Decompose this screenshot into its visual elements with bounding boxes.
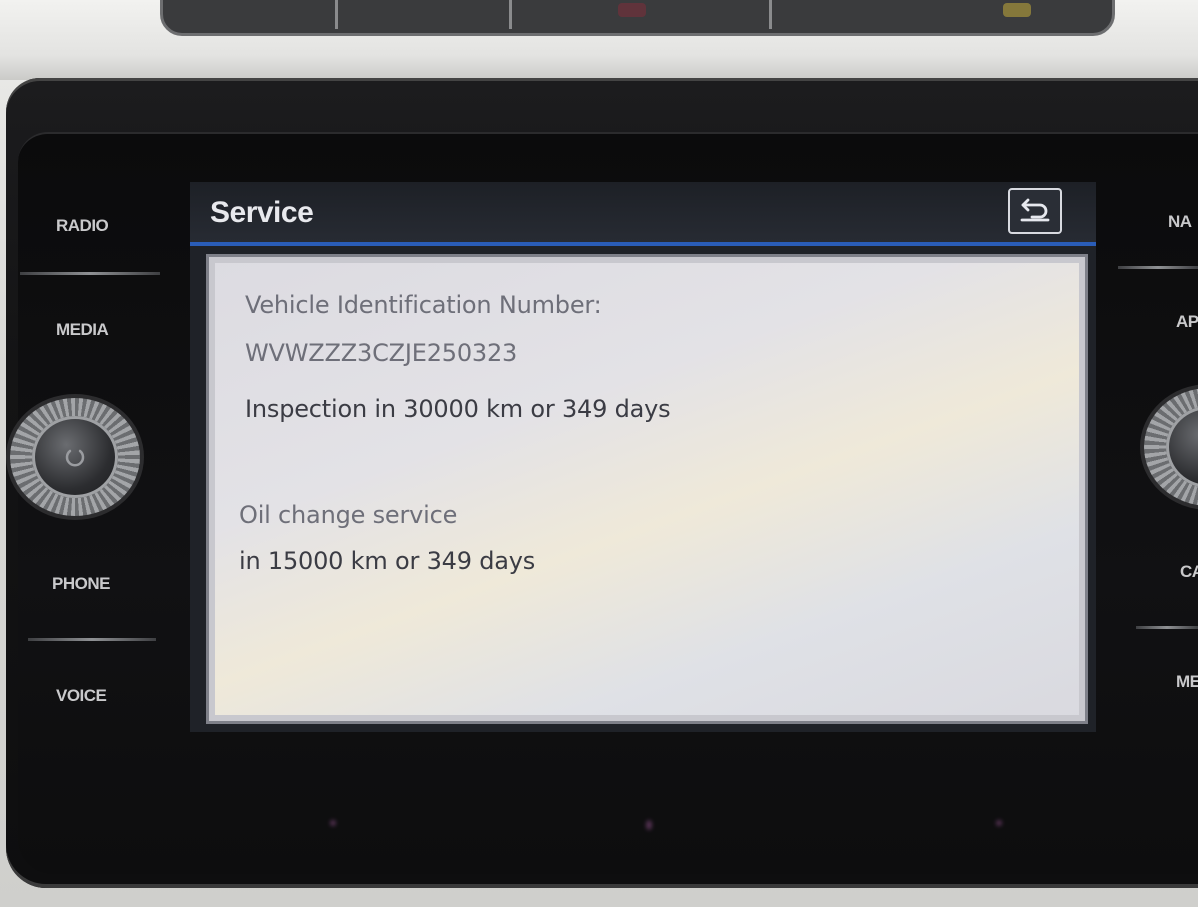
media-button[interactable]: MEDIA [56, 320, 109, 340]
menu-button[interactable]: ME [1176, 672, 1198, 692]
top-divider [769, 0, 772, 29]
hazard-indicator [618, 3, 646, 17]
back-button[interactable] [1008, 188, 1062, 234]
side-divider [20, 272, 160, 275]
nav-button[interactable]: NA [1168, 212, 1192, 232]
page-title: Service [210, 196, 314, 229]
voice-button[interactable]: VOICE [56, 686, 107, 706]
display-screen: Service Vehicle Identification Number: W… [190, 182, 1096, 732]
top-divider [509, 0, 512, 29]
reflection-speck [646, 820, 652, 830]
dashboard-trim [0, 0, 1198, 80]
side-divider [28, 638, 156, 641]
oil-change-due: in 15000 km or 349 days [239, 547, 536, 575]
car-button[interactable]: CA [1180, 562, 1198, 582]
top-divider [335, 0, 338, 29]
back-arrow-icon [1018, 194, 1052, 228]
reflection-speck [996, 820, 1002, 826]
service-info-panel: Vehicle Identification Number: WVWZZZ3CZ… [206, 254, 1088, 724]
climate-button-strip [160, 0, 1115, 36]
app-button[interactable]: AP [1176, 312, 1198, 332]
vin-label: Vehicle Identification Number: [245, 291, 602, 319]
tune-knob-cap [1166, 406, 1198, 488]
reflection-speck [330, 820, 336, 826]
head-unit-photo: RADIO MEDIA PHONE VOICE NA AP CA ME Serv… [0, 0, 1198, 907]
radio-button[interactable]: RADIO [56, 216, 109, 236]
power-knob-cap [32, 416, 118, 498]
side-divider [1118, 266, 1198, 269]
side-divider [1136, 626, 1198, 629]
oil-change-label: Oil change service [239, 501, 458, 529]
power-icon [58, 440, 92, 474]
phone-button[interactable]: PHONE [52, 574, 110, 594]
warning-indicator [1003, 3, 1031, 17]
inspection-due: Inspection in 30000 km or 349 days [245, 395, 671, 423]
screen-header: Service [190, 182, 1096, 246]
volume-knob[interactable] [10, 398, 140, 516]
vin-value: WVWZZZ3CZJE250323 [245, 339, 518, 367]
